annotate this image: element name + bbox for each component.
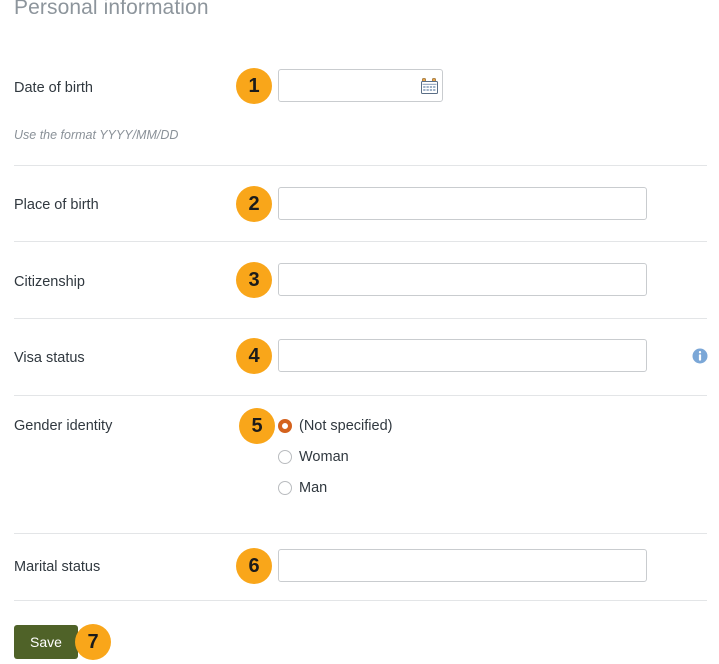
radio-label-man[interactable]: Man [299,479,327,497]
page-title: Personal information [14,0,209,19]
radio-dot-not-specified[interactable] [278,418,292,433]
marital-status-input[interactable] [278,549,647,582]
radio-option-not-specified[interactable]: (Not specified) [278,410,392,441]
separator-1 [14,165,707,166]
separator-3 [14,318,707,319]
separator-2 [14,241,707,242]
radio-label-woman[interactable]: Woman [299,448,349,466]
label-visa-status: Visa status [14,350,85,366]
gender-identity-radio-group: (Not specified) Woman Man [278,410,392,503]
separator-6 [14,600,707,601]
label-date-of-birth: Date of birth [14,80,93,96]
separator-5 [14,533,707,534]
radio-dot-man[interactable] [278,480,292,495]
label-gender-identity: Gender identity [14,418,113,434]
label-citizenship: Citizenship [14,274,85,290]
step-badge-3: 3 [236,262,272,298]
visa-status-input[interactable] [278,339,647,372]
radio-label-not-specified[interactable]: (Not specified) [299,417,392,435]
radio-option-woman[interactable]: Woman [278,441,392,472]
citizenship-input[interactable] [278,263,647,296]
separator-4 [14,395,707,396]
step-badge-1: 1 [236,68,272,104]
date-of-birth-input[interactable] [278,69,443,102]
hint-date-of-birth: Use the format YYYY/MM/DD [14,128,179,142]
label-place-of-birth: Place of birth [14,197,99,213]
calendar-icon[interactable] [421,78,438,94]
radio-dot-woman[interactable] [278,449,292,464]
step-badge-4: 4 [236,338,272,374]
label-marital-status: Marital status [14,559,101,575]
step-badge-5: 5 [239,408,275,444]
step-badge-7: 7 [75,624,111,660]
step-badge-6: 6 [236,548,272,584]
place-of-birth-input[interactable] [278,187,647,220]
step-badge-2: 2 [236,186,272,222]
save-button[interactable]: Save [14,625,78,659]
info-icon[interactable] [692,348,708,364]
radio-option-man[interactable]: Man [278,472,392,503]
personal-information-form: Personal information Date of birth 1 Use… [0,0,719,664]
